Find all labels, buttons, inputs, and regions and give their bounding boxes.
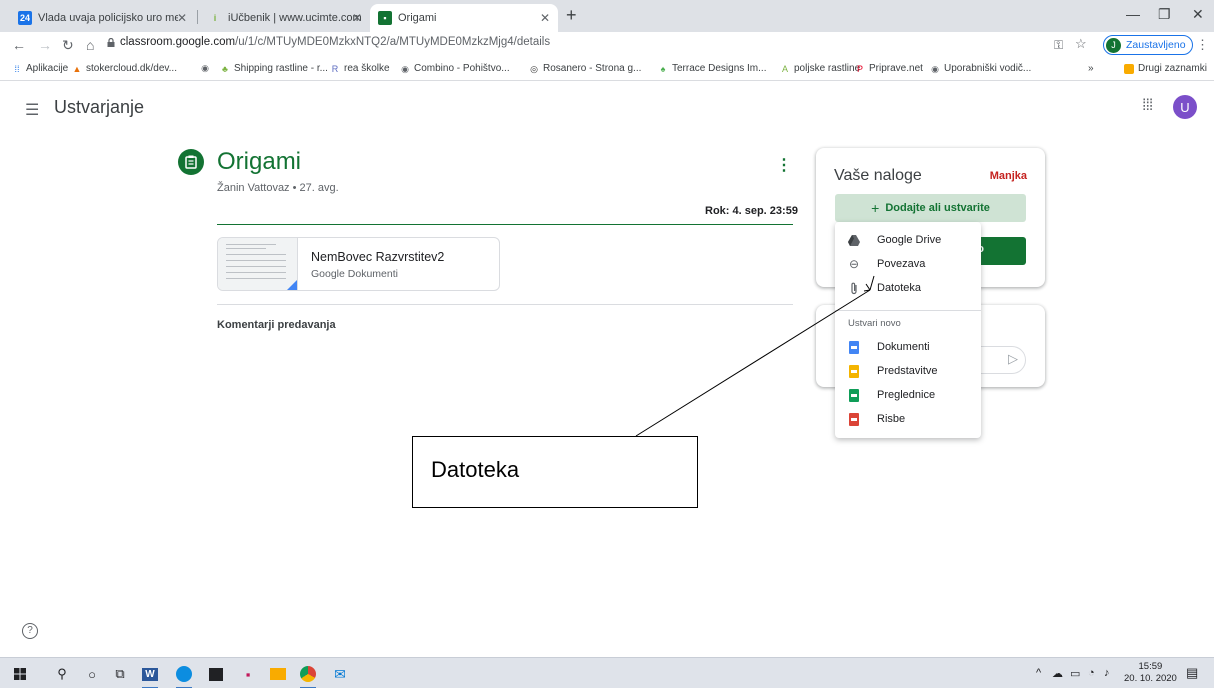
word-icon[interactable]: W xyxy=(140,664,160,688)
show-hidden-icons[interactable]: ^ xyxy=(1036,667,1041,679)
edge-icon[interactable] xyxy=(174,664,194,688)
battery-icon[interactable]: ▭ xyxy=(1070,667,1080,680)
notifications-icon[interactable]: ▤ xyxy=(1186,665,1198,681)
store-icon[interactable] xyxy=(206,664,226,684)
help-icon[interactable]: ? xyxy=(22,623,38,639)
mail-icon[interactable]: ✉ xyxy=(330,664,350,684)
cortana-icon[interactable]: ○ xyxy=(82,664,102,684)
onedrive-icon[interactable]: ☁ xyxy=(1052,667,1063,680)
network-icon[interactable]: ◔ xyxy=(1088,667,1095,679)
screen: 24 Vlada uvaja policijsko uro med 2 ✕ i … xyxy=(0,0,1214,688)
annotation-arrow xyxy=(635,275,875,437)
windows-taskbar: ⚲ ○ ⧉ W ▪ ✉ ^ ☁ ▭ ◔ ♪ 15:59 20. 10. 2020… xyxy=(0,657,1214,688)
system-clock[interactable]: 15:59 20. 10. 2020 xyxy=(1124,661,1177,685)
task-view-icon[interactable]: ⧉ xyxy=(110,664,130,684)
chrome-icon[interactable] xyxy=(298,664,318,688)
windows-start-icon[interactable] xyxy=(10,664,30,684)
gift-icon[interactable]: ▪ xyxy=(238,664,258,684)
annotation-text: Datoteka xyxy=(431,457,520,482)
volume-icon[interactable]: ♪ xyxy=(1104,667,1110,679)
annotation-box: Datoteka xyxy=(412,436,698,508)
clock-time: 15:59 xyxy=(1138,661,1163,672)
search-icon[interactable]: ⚲ xyxy=(52,664,72,684)
clock-date: 20. 10. 2020 xyxy=(1124,673,1177,684)
file-explorer-icon[interactable] xyxy=(268,664,288,684)
